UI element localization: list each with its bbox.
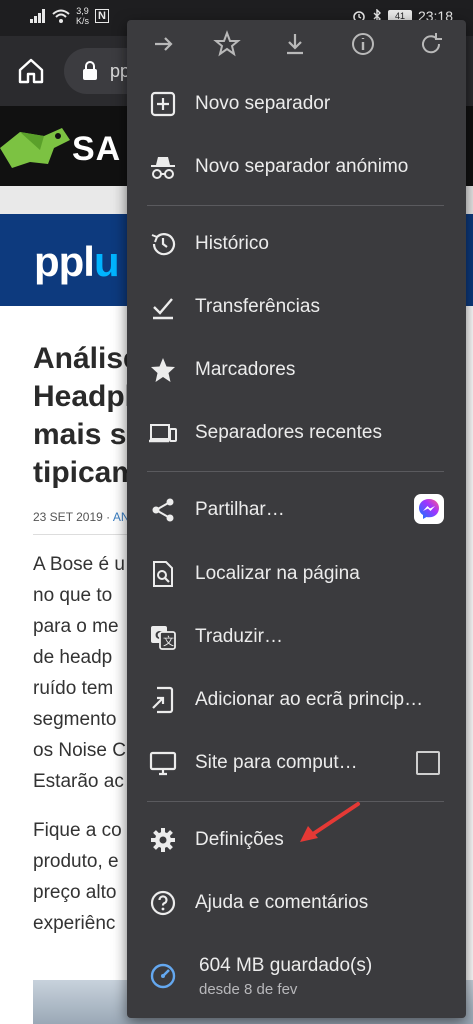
menu-item-bookmarks[interactable]: Marcadores [127, 342, 466, 398]
menu-item-translate[interactable]: G文 Traduzir… [127, 609, 466, 665]
share-icon [152, 498, 174, 522]
menu-item-help[interactable]: Ajuda e comentários [127, 875, 466, 931]
menu-item-label: Partilhar… [195, 499, 285, 520]
menu-item-label: Transferências [195, 296, 320, 317]
site-logo-text: SA [72, 130, 122, 168]
bookmark-star-icon[interactable] [213, 30, 241, 58]
menu-item-label: Ajuda e comentários [195, 892, 369, 913]
menu-item-data-saver[interactable]: 604 MB guardado(s) desde 8 de fev [127, 946, 466, 1006]
menu-item-label: Adicionar ao ecrã princip… [195, 689, 424, 710]
settings-icon [151, 828, 175, 852]
menu-item-label: Separadores recentes [195, 422, 382, 443]
menu-item-find-in-page[interactable]: Localizar na página [127, 546, 466, 602]
new-tab-icon [150, 91, 176, 117]
menu-item-share[interactable]: Partilhar… [127, 482, 466, 538]
forward-icon[interactable] [149, 30, 177, 58]
refresh-icon[interactable] [417, 30, 445, 58]
menu-item-downloads[interactable]: Transferências [127, 279, 466, 335]
menu-item-desktop-site[interactable]: Site para comput… [127, 735, 466, 791]
menu-item-label: Marcadores [195, 359, 296, 380]
incognito-icon [151, 157, 175, 179]
menu-item-add-to-home[interactable]: Adicionar ao ecrã princip… [127, 672, 466, 728]
menu-item-label: Site para comput… [195, 752, 358, 773]
annotation-arrow-icon [300, 802, 360, 842]
devices-icon [149, 424, 177, 443]
star-icon [151, 358, 175, 382]
info-icon[interactable] [349, 30, 377, 58]
desktop-icon [149, 751, 177, 776]
menu-item-label: Histórico [195, 233, 269, 254]
home-icon[interactable] [16, 56, 46, 86]
network-speed: 3,9 K/s [76, 6, 90, 26]
download-icon[interactable] [281, 30, 309, 58]
site-logo-icon [0, 128, 70, 168]
history-icon [151, 233, 176, 256]
downloads-icon [153, 298, 173, 320]
find-in-page-icon [153, 561, 173, 587]
svg-text:文: 文 [163, 634, 174, 648]
menu-item-label: Novo separador [195, 93, 331, 114]
data-saver-title: 604 MB guardado(s) [199, 955, 373, 976]
help-icon [150, 890, 176, 916]
menu-item-label: Definições [195, 829, 284, 850]
nfc-icon: N [95, 9, 109, 23]
menu-item-recent-tabs[interactable]: Separadores recentes [127, 405, 466, 461]
menu-item-incognito-tab[interactable]: Novo separador anónimo [127, 139, 466, 195]
desktop-site-checkbox[interactable] [416, 751, 440, 775]
menu-top-actions [127, 20, 466, 70]
menu-item-label: Traduzir… [195, 626, 283, 647]
add-to-home-icon [152, 686, 174, 714]
menu-divider [147, 471, 444, 472]
data-saver-subtitle: desde 8 de fev [199, 981, 298, 998]
data-saver-icon [150, 963, 176, 989]
messenger-share-icon[interactable] [414, 494, 444, 524]
banner-brand: pplu [34, 238, 120, 285]
menu-item-history[interactable]: Histórico [127, 216, 466, 272]
menu-item-label: Novo separador anónimo [195, 156, 409, 177]
wifi-icon [52, 9, 70, 23]
signal-icon [30, 9, 45, 23]
menu-item-new-tab[interactable]: Novo separador [127, 76, 466, 132]
translate-icon: G文 [151, 626, 176, 650]
overflow-menu: Novo separador Novo separador anónimo Hi… [127, 20, 466, 1018]
menu-divider [147, 205, 444, 206]
lock-icon [83, 61, 97, 80]
menu-item-label: Localizar na página [195, 563, 360, 584]
